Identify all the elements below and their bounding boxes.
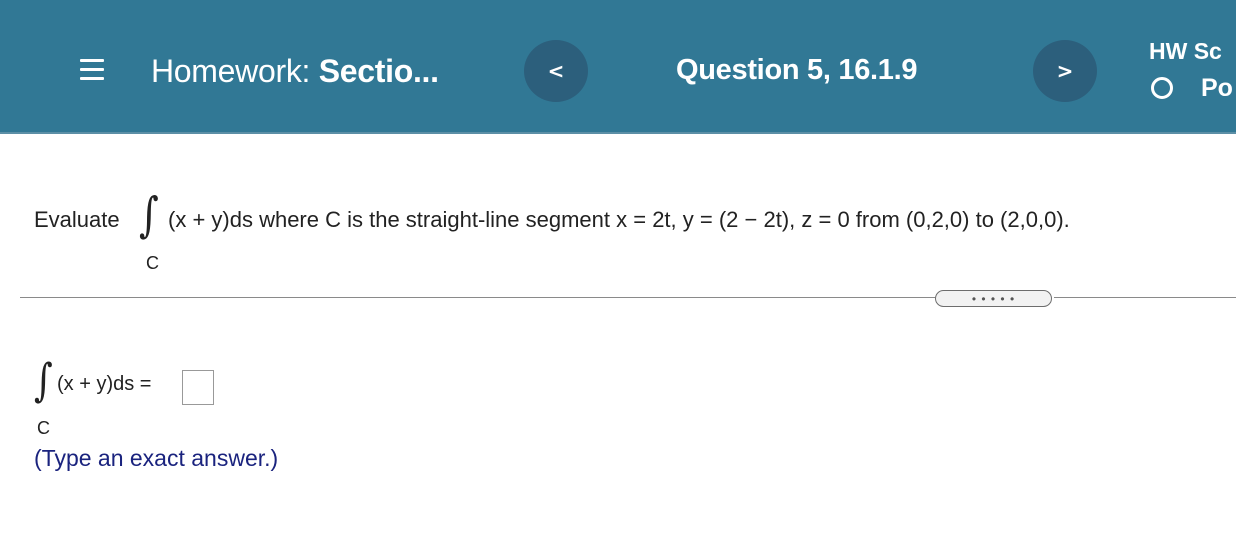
- question-lead-text: Evaluate: [34, 207, 120, 232]
- divider: [1054, 297, 1236, 298]
- homework-title[interactable]: Homework: Sectio...: [151, 53, 439, 90]
- question-label: Question 5, 16.1.9: [676, 54, 918, 86]
- hamburger-menu-icon[interactable]: [80, 57, 104, 81]
- integral-sign: ∫: [139, 187, 159, 243]
- answer-hint: (Type an exact answer.): [34, 445, 279, 471]
- top-bar: Homework: Sectio... < Question 5, 16.1.9…: [0, 0, 1236, 134]
- next-question-button[interactable]: >: [1033, 40, 1097, 102]
- answer-integral-sign: ∫: [34, 355, 53, 407]
- integral-subscript: C: [146, 253, 159, 273]
- answer-integral-subscript: C: [37, 418, 50, 438]
- divider: [20, 297, 935, 298]
- question-expression: (x + y)ds where C is the straight-line s…: [168, 207, 1070, 232]
- homework-title-prefix: Homework:: [151, 53, 311, 89]
- hw-score-label: HW Sc: [1149, 38, 1222, 64]
- answer-input[interactable]: [182, 370, 214, 405]
- homework-title-section: Sectio...: [318, 53, 439, 89]
- points-label: Po: [1201, 74, 1233, 102]
- expand-more-button[interactable]: • • • • •: [935, 290, 1052, 307]
- answer-expression: (x + y)ds =: [57, 373, 152, 395]
- previous-question-button[interactable]: <: [524, 40, 588, 102]
- points-circle-icon: [1151, 77, 1173, 99]
